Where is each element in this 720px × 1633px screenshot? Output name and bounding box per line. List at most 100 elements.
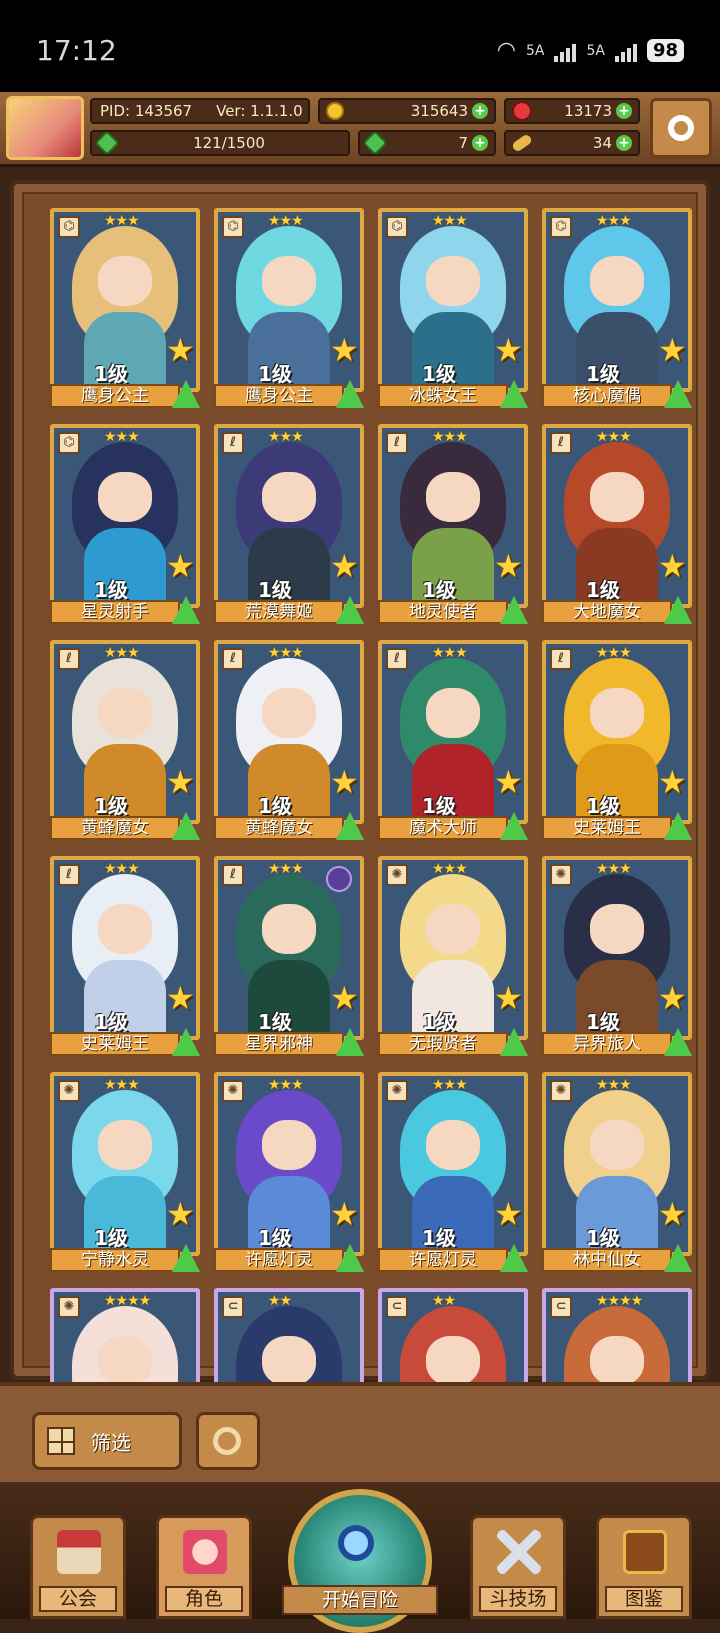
- character-card[interactable]: ✺ ★★★ 1级 ★ 林中仙女: [542, 1072, 692, 1278]
- star-upgrade-icon: ★: [494, 331, 523, 369]
- add-gold-button[interactable]: +: [472, 103, 488, 119]
- character-level: 1级: [258, 578, 292, 602]
- class-icon: ℓ: [386, 648, 408, 670]
- character-card[interactable]: ✺ ★★★ 1级 ★ 许愿灯灵: [214, 1072, 364, 1278]
- rarity-stars: ★★★: [596, 213, 632, 229]
- class-icon: ⊂: [386, 1296, 408, 1318]
- character-name: 异界旅人: [542, 1032, 672, 1056]
- refresh-button[interactable]: [196, 1412, 260, 1470]
- class-icon: ℓ: [550, 648, 572, 670]
- level-up-arrow-icon: [336, 1028, 364, 1056]
- character-card[interactable]: ⌬ ★★★ 1级 ★ 鹰身公主: [50, 208, 200, 414]
- player-info: PID: 143567 Ver: 1.1.1.0: [90, 98, 310, 124]
- character-card[interactable]: ℓ ★★★ 1级 ★ 大地魔女: [542, 424, 692, 630]
- rarity-stars: ★★★: [432, 861, 468, 877]
- wifi-icon: ◠: [496, 38, 516, 63]
- character-card[interactable]: ℓ ★★★ 1级 ★ 地灵使者: [378, 424, 528, 630]
- settings-button[interactable]: [650, 98, 712, 158]
- character-name: 魔术大师: [378, 816, 508, 840]
- gold-amount: 315643: [410, 102, 468, 120]
- character-card[interactable]: ✺ ★★★ 1级 ★ 许愿灯灵: [378, 1072, 528, 1278]
- nav-codex-label: 图鉴: [605, 1586, 683, 1612]
- character-card[interactable]: ℓ ★★★ 1级 ★ 黄蜂魔女: [214, 640, 364, 846]
- status-bar: 17:12 ◠ 5A 5A 98: [0, 0, 720, 92]
- gem-amount: 13173: [564, 102, 612, 120]
- nav-adventure[interactable]: 开始冒险: [282, 1489, 438, 1633]
- rarity-stars: ★★★: [596, 861, 632, 877]
- class-icon: ℓ: [58, 648, 80, 670]
- rarity-stars: ★★★: [268, 213, 304, 229]
- character-card[interactable]: ℓ ★★★ 1级 ★ 史莱姆王: [542, 640, 692, 846]
- network-label-1: 5A: [525, 42, 545, 59]
- rarity-stars: ★★★: [432, 213, 468, 229]
- character-card[interactable]: ✺ ★★★ 1级 ★ 异界旅人: [542, 856, 692, 1062]
- star-upgrade-icon: ★: [658, 331, 687, 369]
- character-level: 1级: [94, 578, 128, 602]
- add-clover-button[interactable]: +: [472, 135, 488, 151]
- character-card[interactable]: ℓ ★★★ 1级 ★ 黄蜂魔女: [50, 640, 200, 846]
- nav-codex[interactable]: 图鉴: [596, 1515, 692, 1619]
- game-version: Ver: 1.1.1.0: [216, 102, 303, 120]
- level-up-arrow-icon: [500, 1244, 528, 1272]
- character-name: 星界邪神: [214, 1032, 344, 1056]
- character-card[interactable]: ℓ ★★★ 1级 ★ 史莱姆王: [50, 856, 200, 1062]
- character-name: 林中仙女: [542, 1248, 672, 1272]
- character-card[interactable]: ⌬ ★★★ 1级 ★ 鹰身公主: [214, 208, 364, 414]
- character-level: 1级: [258, 1226, 292, 1250]
- class-icon: ⊂: [222, 1296, 244, 1318]
- level-up-arrow-icon: [664, 1028, 692, 1056]
- level-up-arrow-icon: [172, 1028, 200, 1056]
- nav-character[interactable]: 角色: [156, 1515, 252, 1619]
- rarity-stars: ★★★: [432, 645, 468, 661]
- character-level: 1级: [94, 1010, 128, 1034]
- nav-adventure-label: 开始冒险: [282, 1585, 438, 1615]
- element-badge-icon: [326, 866, 352, 892]
- rarity-stars: ★★★: [432, 1077, 468, 1093]
- character-card[interactable]: ⌬ ★★★ 1级 ★ 冰蛛女王: [378, 208, 528, 414]
- class-icon: ℓ: [222, 648, 244, 670]
- nav-arena[interactable]: 斗技场: [470, 1515, 566, 1619]
- character-level: 1级: [586, 578, 620, 602]
- character-name: 鹰身公主: [214, 384, 344, 408]
- class-icon: ⌬: [550, 216, 572, 238]
- nav-arena-label: 斗技场: [479, 1586, 557, 1612]
- character-card[interactable]: ✺ ★★★ 1级 ★ 无瑕贤者: [378, 856, 528, 1062]
- character-card[interactable]: ℓ ★★★ 1级 ★ 荒漠舞姬: [214, 424, 364, 630]
- character-card[interactable]: ℓ ★★★ 1级 ★ 魔术大师: [378, 640, 528, 846]
- character-card[interactable]: ℓ ★★★ 1级 ★ 星界邪神: [214, 856, 364, 1062]
- character-level: 1级: [258, 794, 292, 818]
- character-name: 地灵使者: [378, 600, 508, 624]
- add-bone-button[interactable]: +: [616, 135, 632, 151]
- rarity-stars: ★★: [268, 1293, 292, 1309]
- star-upgrade-icon: ★: [494, 979, 523, 1017]
- class-icon: ℓ: [386, 432, 408, 454]
- star-upgrade-icon: ★: [166, 547, 195, 585]
- star-upgrade-icon: ★: [330, 1195, 359, 1233]
- class-icon: ℓ: [58, 864, 80, 886]
- character-list[interactable]: ⌬ ★★★ 1级 ★ 鹰身公主 ⌬ ★★★ 1级 ★ 鹰身公主 ⌬ ★★★ 1级…: [22, 192, 698, 1472]
- class-icon: ⌬: [58, 432, 80, 454]
- character-name: 黄蜂魔女: [214, 816, 344, 840]
- star-upgrade-icon: ★: [166, 1195, 195, 1233]
- player-avatar[interactable]: [6, 96, 84, 160]
- character-card[interactable]: ⌬ ★★★ 1级 ★ 核心魔偶: [542, 208, 692, 414]
- character-card[interactable]: ✺ ★★★ 1级 ★ 宁静水灵: [50, 1072, 200, 1278]
- character-level: 1级: [258, 362, 292, 386]
- rarity-stars: ★★★: [596, 1077, 632, 1093]
- level-up-arrow-icon: [336, 380, 364, 408]
- add-gems-button[interactable]: +: [616, 103, 632, 119]
- gold-coin-icon: [326, 102, 344, 120]
- star-upgrade-icon: ★: [330, 979, 359, 1017]
- star-upgrade-icon: ★: [330, 763, 359, 801]
- filter-button[interactable]: 筛选: [32, 1412, 182, 1470]
- star-upgrade-icon: ★: [658, 547, 687, 585]
- star-upgrade-icon: ★: [658, 763, 687, 801]
- character-level: 1级: [422, 578, 456, 602]
- class-icon: ✺: [58, 1080, 80, 1102]
- class-icon: ✺: [550, 1080, 572, 1102]
- rarity-stars: ★★★: [268, 861, 304, 877]
- character-card[interactable]: ⌬ ★★★ 1级 ★ 星灵射手: [50, 424, 200, 630]
- nav-guild[interactable]: 公会: [30, 1515, 126, 1619]
- character-name: 星灵射手: [50, 600, 180, 624]
- class-icon: ⊂: [550, 1296, 572, 1318]
